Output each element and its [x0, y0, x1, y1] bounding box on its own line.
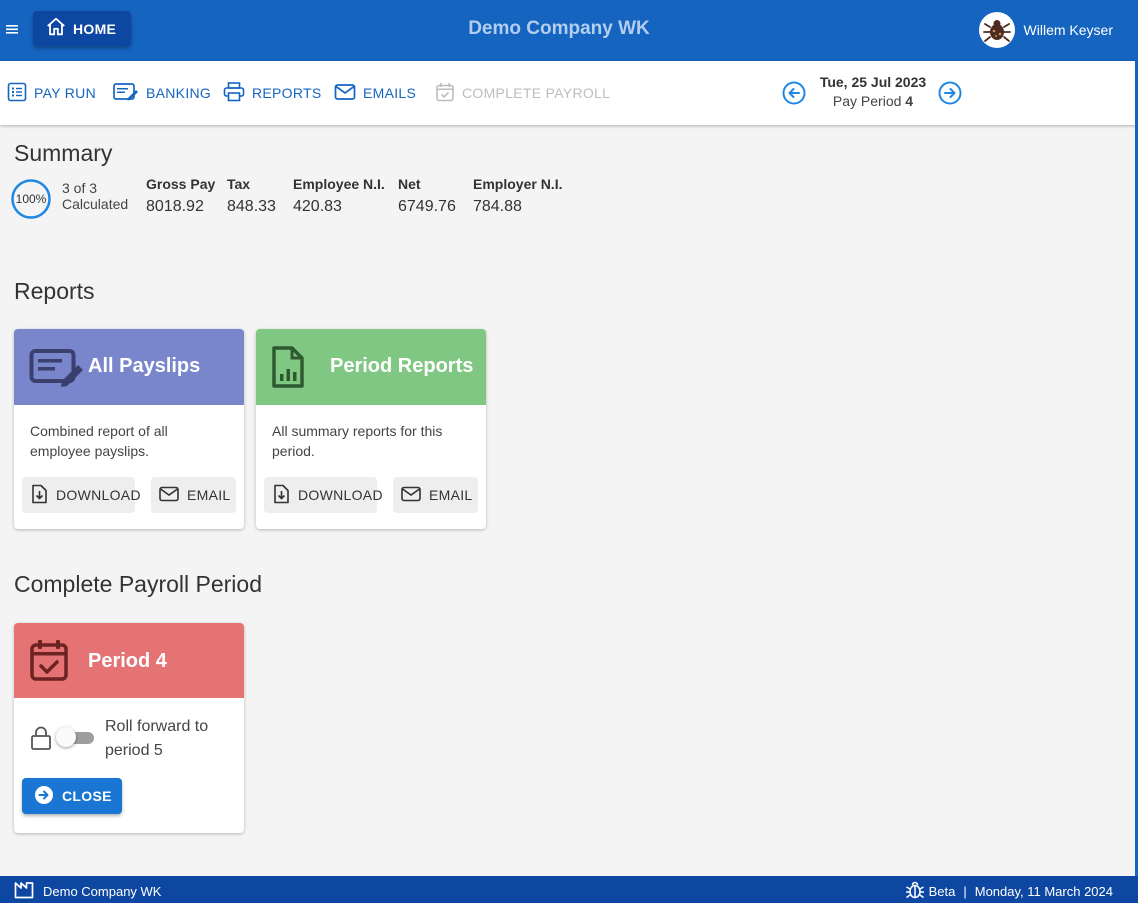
emails-label: EMAILS	[363, 85, 417, 101]
stat-employee-ni: Employee N.I. 420.83	[293, 176, 385, 216]
status-bar: Demo Company WK Beta | Monday, 11 March …	[0, 876, 1138, 903]
envelope-icon	[334, 83, 356, 104]
footer-info: Beta | Monday, 11 March 2024	[905, 880, 1113, 903]
download-label: DOWNLOAD	[298, 487, 383, 503]
period-4-card: Period 4 Roll forward to period 5 CLOSE	[14, 623, 244, 833]
reports-title: Reports	[14, 278, 95, 304]
calculated-label: Calculated	[62, 196, 129, 212]
app-title: Demo Company WK	[468, 18, 650, 39]
calendar-check-icon	[435, 82, 455, 105]
envelope-icon	[401, 486, 421, 505]
period-card-title: Period 4	[88, 650, 167, 672]
email-label: EMAIL	[187, 487, 231, 503]
stat-label: Tax	[227, 176, 251, 192]
complete-payroll-button[interactable]: COMPLETE PAYROLL	[435, 82, 610, 104]
arrow-circle-right-icon	[34, 785, 54, 808]
period-date: Tue, 25 Jul 2023	[819, 74, 927, 90]
reports-label: REPORTS	[252, 85, 322, 101]
download-icon	[30, 484, 48, 507]
all-payslips-header: All Payslips	[14, 329, 244, 405]
app-bar: HOME Demo Company WK Willem Keyser	[0, 0, 1138, 61]
footer-date: Monday, 11 March 2024	[974, 884, 1113, 899]
reports-button[interactable]: REPORTS	[223, 81, 322, 105]
envelope-icon	[159, 486, 179, 505]
factory-icon	[14, 881, 34, 902]
email-payslips-button[interactable]: EMAIL	[151, 477, 236, 513]
emails-button[interactable]: EMAILS	[334, 82, 416, 104]
download-period-reports-button[interactable]: DOWNLOAD	[264, 477, 383, 513]
user-name: Willem Keyser	[1023, 22, 1113, 38]
all-payslips-title: All Payslips	[88, 355, 201, 377]
email-period-reports-button[interactable]: EMAIL	[393, 477, 478, 513]
previous-period-icon[interactable]	[782, 81, 806, 105]
banking-label: BANKING	[146, 85, 212, 101]
stat-value: 8018.92	[146, 198, 204, 215]
banking-button[interactable]: BANKING	[113, 82, 211, 104]
stat-value: 6749.76	[398, 198, 456, 215]
download-icon	[272, 484, 290, 507]
download-payslips-button[interactable]: DOWNLOAD	[22, 477, 141, 513]
email-label: EMAIL	[429, 487, 473, 503]
next-period-icon[interactable]	[938, 81, 962, 105]
progress-percent: 100%	[16, 192, 47, 206]
lock-icon	[30, 725, 52, 756]
complete-payroll-title: Complete Payroll Period	[14, 571, 263, 597]
stat-tax: Tax 848.33	[227, 176, 276, 216]
download-label: DOWNLOAD	[56, 487, 141, 503]
period-reports-description: All summary reports for this period.	[272, 423, 443, 459]
close-period-button[interactable]: CLOSE	[22, 778, 122, 814]
stat-label: Gross Pay	[146, 176, 216, 192]
pay-period-navigator: Tue, 25 Jul 2023 Pay Period 4	[780, 73, 966, 113]
stat-label: Employer N.I.	[473, 176, 563, 192]
edit-document-icon	[29, 347, 85, 395]
stat-label: Net	[398, 176, 421, 192]
bug-avatar-icon	[982, 20, 1011, 42]
all-payslips-description: Combined report of all employee payslips…	[30, 423, 168, 459]
summary-title: Summary	[14, 140, 113, 166]
roll-forward-toggle[interactable]	[56, 727, 94, 747]
calculation-progress: 100%	[10, 178, 52, 220]
user-menu[interactable]: Willem Keyser	[978, 12, 1113, 48]
pay-run-button[interactable]: PAY RUN	[7, 82, 96, 104]
stat-value: 420.83	[293, 198, 342, 215]
footer-company-name: Demo Company WK	[43, 884, 162, 899]
calculated-count: 3 of 3	[62, 180, 98, 196]
bug-report-icon[interactable]	[905, 880, 925, 903]
toggle-knob	[56, 727, 76, 747]
stat-value: 784.88	[473, 198, 522, 215]
stat-gross-pay: Gross Pay 8018.92	[146, 176, 215, 216]
footer-company: Demo Company WK	[14, 881, 161, 902]
calculation-status: 3 of 3 Calculated	[62, 180, 128, 212]
beta-label: Beta	[928, 884, 956, 899]
period-display: Tue, 25 Jul 2023 Pay Period 4	[808, 74, 938, 109]
edit-document-icon	[113, 82, 139, 105]
report-document-icon	[271, 345, 305, 395]
period-number: 4	[905, 93, 914, 109]
pay-run-label: PAY RUN	[34, 85, 97, 101]
period-4-header: Period 4	[14, 623, 244, 698]
roll-forward-label: Roll forward to period 5	[105, 718, 209, 759]
stat-employer-ni: Employer N.I. 784.88	[473, 176, 562, 216]
stat-label: Employee N.I.	[293, 176, 385, 192]
payroll-toolbar: PAY RUN BANKING REPORTS EMAILS COMPLETE …	[0, 61, 1138, 125]
calendar-check-icon	[30, 639, 68, 687]
list-icon	[7, 82, 27, 105]
complete-payroll-label: COMPLETE PAYROLL	[462, 85, 611, 101]
period-number-line: Pay Period 4	[808, 93, 938, 109]
printer-icon	[223, 81, 245, 105]
period-label: Pay Period	[832, 93, 902, 109]
avatar	[978, 12, 1015, 48]
stat-value: 848.33	[227, 198, 276, 215]
period-reports-title: Period Reports	[330, 355, 474, 377]
all-payslips-card: All Payslips Combined report of all empl…	[14, 329, 244, 529]
period-reports-header: Period Reports	[256, 329, 486, 405]
close-label: CLOSE	[62, 788, 112, 804]
period-reports-card: Period Reports All summary reports for t…	[256, 329, 486, 529]
footer-separator: |	[963, 884, 967, 899]
stat-net: Net 6749.76	[398, 176, 456, 216]
